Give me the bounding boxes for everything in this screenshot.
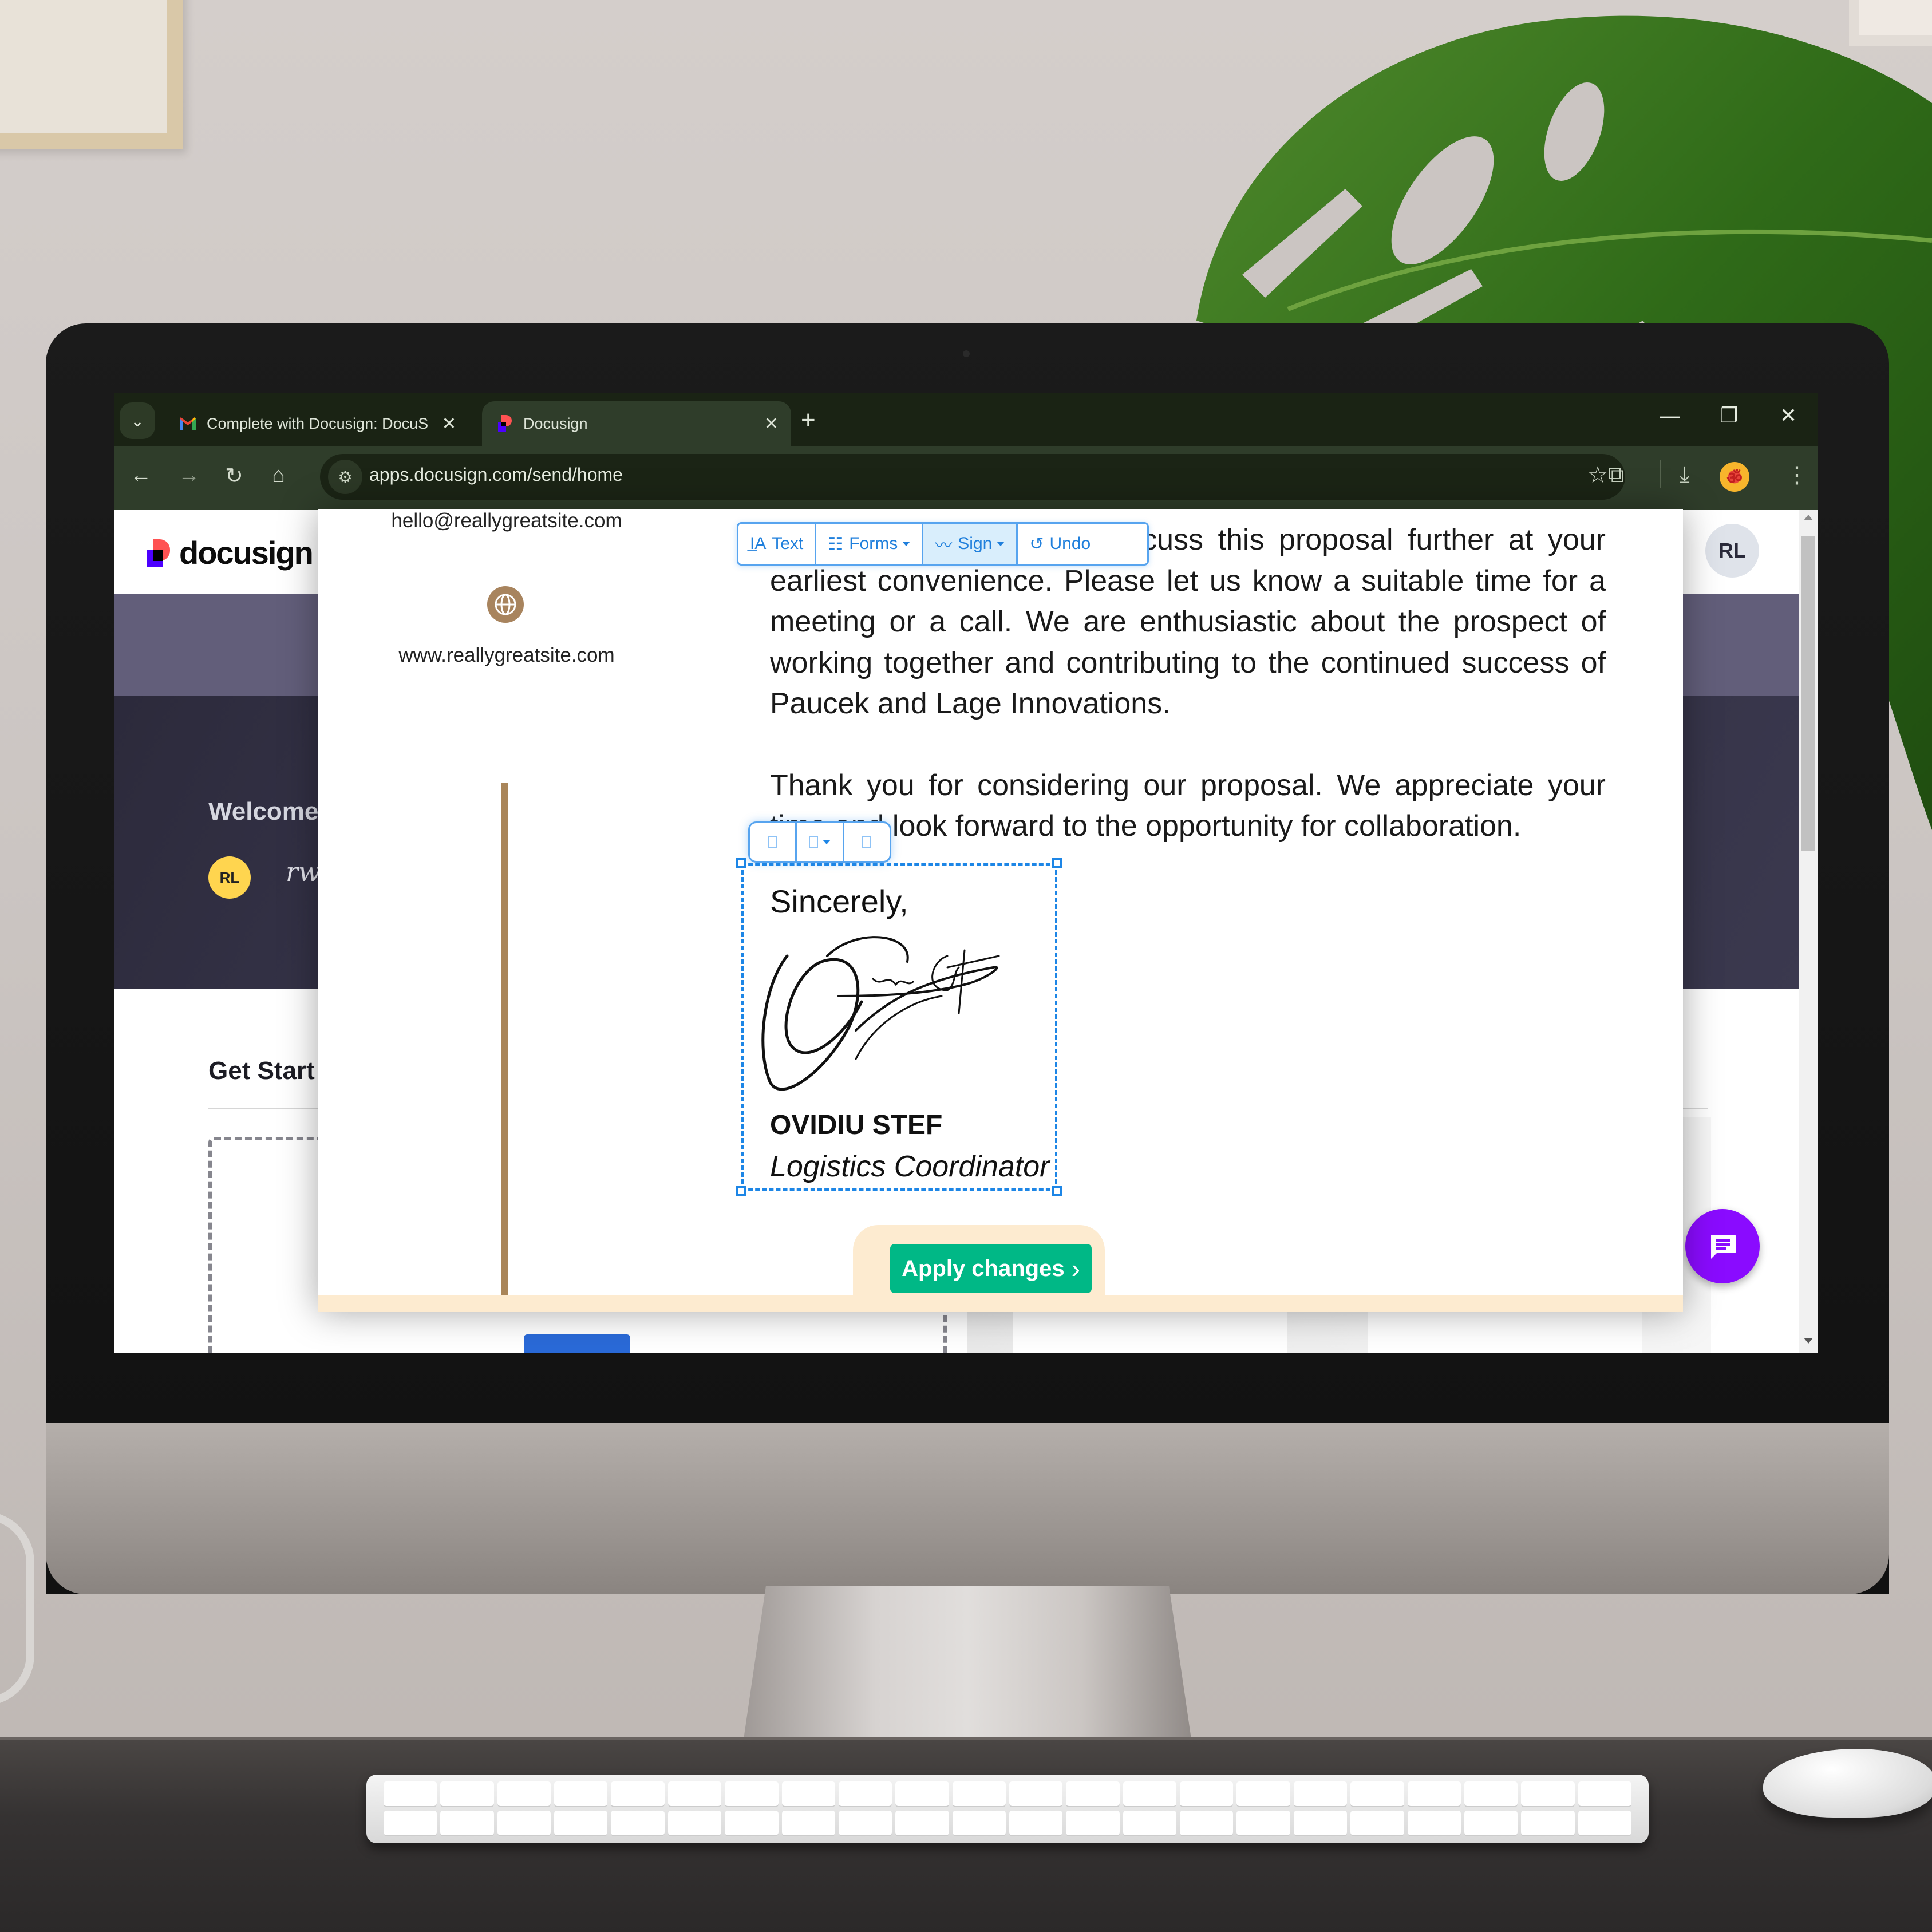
logo-wordmark: docusign [179,535,314,571]
docusign-icon [498,415,512,432]
new-tab-button[interactable]: + [801,406,816,434]
scroll-up-icon[interactable] [1804,515,1813,520]
contact-website: www.reallygreatsite.com [398,644,615,666]
close-tab-icon[interactable]: ✕ [442,414,456,434]
menu-kebab-icon[interactable]: ⋮ [1785,462,1808,488]
get-started-heading: Get Start [208,1057,315,1085]
sign-tool-label: Sign [958,534,993,553]
element-action-2-dropdown[interactable] [797,823,844,861]
webcam [963,350,970,357]
welcome-avatar: RL [208,856,251,899]
scrollbar-thumb[interactable] [1801,536,1815,851]
selection-box[interactable] [741,863,1057,1191]
apply-changes-label: Apply changes [902,1255,1065,1281]
monitor-chin [46,1423,1889,1594]
resize-handle-bottom-right[interactable] [1052,1186,1062,1196]
forms-tool-button[interactable]: ☷ Forms [816,524,924,564]
docusign-logo-mark [147,539,171,567]
chat-button[interactable] [1685,1209,1760,1283]
decorative-rule [501,783,508,1312]
address-bar[interactable]: ⚙ apps.docusign.com/send/home ☆ [320,454,1625,500]
text-tool-button[interactable]: I̲A Text [738,524,817,564]
reload-icon[interactable]: ↻ [225,463,243,489]
bookmark-star-icon[interactable]: ☆ [1587,462,1608,488]
document-sidebar: hello@reallygreatsite.com www.reallygrea… [318,509,696,1312]
box-icon [768,836,777,848]
url-text[interactable]: apps.docusign.com/send/home [369,464,623,485]
document-editor: hello@reallygreatsite.com www.reallygrea… [318,509,1683,1312]
keyboard [366,1775,1649,1843]
welcome-heading: Welcome [208,797,319,825]
restore-button[interactable]: ❐ [1720,404,1738,428]
element-action-3[interactable] [844,823,890,861]
picture-frame [0,0,183,149]
signature-icon: 〰 [935,536,953,555]
user-avatar[interactable]: RL [1705,524,1759,578]
welcome-signature: rw [286,856,321,887]
minimize-button[interactable]: — [1660,404,1680,428]
tab-docusign[interactable]: Docusign ✕ [482,401,791,446]
start-button[interactable] [524,1334,630,1353]
form-icon: ☷ [828,534,844,554]
undo-icon: ↺ [1029,534,1044,554]
contact-email: hello@reallygreatsite.com [391,509,622,532]
tab-strip: ⌄ Complete with Docusign: DocuS ✕ Docusi… [114,393,1818,446]
resize-handle-top-left[interactable] [736,858,746,868]
text-cursor-icon: I̲A [750,534,767,553]
chevron-right-icon: › [1071,1254,1080,1283]
forward-icon[interactable]: → [178,463,200,488]
tab-search-button[interactable]: ⌄ [120,402,155,439]
caret-down-icon [902,542,911,546]
forms-tool-label: Forms [849,534,898,553]
browser-toolbar: ← → ↻ ⌂ ⚙ apps.docusign.com/send/home ☆ … [114,446,1818,510]
sign-tool-button[interactable]: 〰 Sign [923,524,1018,564]
caret-down-icon [822,840,831,844]
close-tab-icon[interactable]: ✕ [764,414,779,434]
docusign-logo[interactable]: docusign [147,534,314,571]
toolbar-divider [1660,460,1661,488]
text-tool-label: Text [772,534,804,553]
element-toolbar [748,821,891,863]
box-icon [808,836,818,848]
paragraph[interactable]: Thank you for considering our proposal. … [770,765,1606,847]
extensions-icon[interactable]: ⧉ [1608,462,1625,488]
resize-handle-bottom-left[interactable] [736,1186,746,1196]
globe-icon [487,586,524,623]
scroll-down-icon[interactable] [1804,1338,1813,1344]
editor-toolbar: I̲A Text ☷ Forms 〰 Sign ↺ Undo [737,522,1149,566]
site-settings-icon[interactable]: ⚙ [328,460,362,494]
resize-handle-top-right[interactable] [1052,858,1062,868]
tab-title: Docusign [523,414,588,432]
element-action-1[interactable] [750,823,797,861]
download-icon[interactable]: ⤓ [1680,462,1690,488]
tab-title: Complete with Docusign: DocuS [207,414,429,432]
tab-gmail[interactable]: Complete with Docusign: DocuS ✕ [165,401,469,446]
box-icon [862,836,872,848]
undo-label: Undo [1049,534,1091,553]
apply-changes-button[interactable]: Apply changes › [890,1244,1092,1293]
undo-button[interactable]: ↺ Undo [1018,524,1102,564]
back-icon[interactable]: ← [130,463,152,488]
mug-handle [0,1511,34,1706]
gmail-icon [180,417,196,430]
chat-bubble-icon [1711,1235,1736,1259]
profile-avatar-icon[interactable]: ॐ [1720,462,1749,492]
close-window-button[interactable]: ✕ [1780,404,1797,428]
caret-down-icon [997,542,1005,546]
document-body[interactable]: We would be happy to discuss this propos… [770,520,1606,888]
home-icon[interactable]: ⌂ [272,463,285,488]
